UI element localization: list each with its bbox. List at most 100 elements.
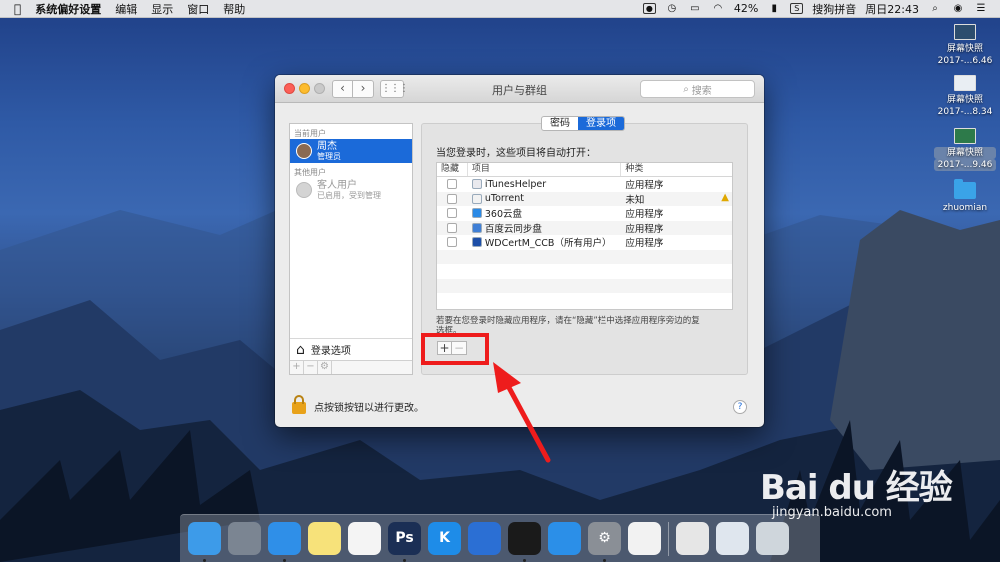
battery-percent[interactable]: 42%	[734, 2, 758, 15]
hide-checkbox[interactable]	[447, 179, 458, 190]
reminders-icon[interactable]	[348, 522, 381, 555]
hide-cell	[437, 193, 468, 204]
app-icon	[471, 222, 482, 233]
tab-password[interactable]: 密码	[542, 117, 578, 130]
user-item-current[interactable]: 周杰 管理员	[290, 139, 412, 163]
menu-window[interactable]: 窗口	[187, 1, 209, 17]
item-cell: WDCertM_CCB（所有用户）	[468, 235, 621, 249]
keynote-icon[interactable]	[468, 522, 501, 555]
system-preferences-icon[interactable]: ⚙	[588, 522, 621, 562]
kind-cell: 应用程序	[621, 177, 732, 191]
login-options-item[interactable]: ⌂ 登录选项	[290, 338, 412, 360]
table-row[interactable]: 360云盘 应用程序	[437, 206, 732, 221]
help-button[interactable]: ?	[733, 400, 747, 414]
dock-glyph: K	[439, 530, 450, 546]
app-icon	[471, 179, 482, 190]
table-row	[437, 278, 732, 293]
kugou-icon[interactable]: K	[428, 522, 461, 555]
input-method-label[interactable]: 搜狗拼音	[812, 1, 856, 17]
tab-login-items[interactable]: 登录项	[578, 117, 624, 130]
menu-help[interactable]: 帮助	[223, 1, 245, 17]
user-item-guest[interactable]: 客人用户 已启用，受到管理	[290, 178, 412, 202]
table-row[interactable]: WDCertM_CCB（所有用户） 应用程序	[437, 235, 732, 250]
add-user-button[interactable]: +	[290, 361, 304, 374]
notes-icon[interactable]	[308, 522, 341, 555]
table-row	[437, 249, 732, 264]
avatar	[296, 143, 312, 159]
appstore-icon[interactable]	[548, 522, 581, 555]
hide-checkbox[interactable]	[447, 222, 458, 233]
battery-icon[interactable]: ▮	[767, 3, 781, 15]
column-item[interactable]: 项目	[468, 163, 622, 176]
desktop-screenshot-3[interactable]: 屏幕快照 2017-...9.46	[934, 128, 996, 171]
apple-icon[interactable]: 	[14, 2, 21, 16]
safari-icon[interactable]	[268, 522, 301, 562]
desktop-icon-subtitle: 2017-...9.46	[934, 159, 996, 171]
time-machine-icon[interactable]: ◷	[665, 3, 679, 15]
search-icon: ⌕	[683, 83, 689, 95]
numbers-icon[interactable]	[628, 522, 661, 555]
window-titlebar: ‹ › ⋮⋮⋮ 用户与群组 ⌕ 搜索	[275, 75, 764, 103]
spotlight-icon[interactable]: ⌕	[928, 3, 942, 15]
menu-clock[interactable]: 周日22:43	[865, 1, 919, 17]
menu-edit[interactable]: 编辑	[115, 1, 137, 17]
item-cell: 百度云同步盘	[468, 221, 621, 235]
hide-cell	[437, 179, 468, 190]
menu-app-name[interactable]: 系统偏好设置	[35, 1, 101, 17]
app-icon	[471, 208, 482, 219]
microphone-icon[interactable]: ●	[642, 3, 656, 14]
mail-icon[interactable]	[716, 522, 749, 555]
desktop-icon-title: 屏幕快照	[946, 95, 983, 105]
menu-view[interactable]: 显示	[151, 1, 173, 17]
users-groups-window: ‹ › ⋮⋮⋮ 用户与群组 ⌕ 搜索 当前用户 周杰 管理员 其他用户 客人用户…	[275, 75, 764, 427]
table-row[interactable]: uTorrent 未知 ▲	[437, 191, 732, 206]
search-input[interactable]: ⌕ 搜索	[640, 80, 755, 98]
user-name: 周杰	[317, 140, 337, 152]
desktop-screenshot-1[interactable]: 屏幕快照 2017-...6.46	[934, 24, 996, 67]
menu-bar:  系统偏好设置 编辑 显示 窗口 帮助 ● ◷ ▭ ◠ 42% ▮ S 搜狗拼…	[0, 0, 1000, 18]
table-row[interactable]: 百度云同步盘 应用程序	[437, 220, 732, 235]
launchpad-icon[interactable]	[228, 522, 261, 555]
watermark-logo: Bai du 经验	[760, 468, 953, 508]
hide-checkbox[interactable]	[447, 208, 458, 219]
wifi-icon[interactable]: ◠	[711, 3, 725, 15]
item-kind: 应用程序	[625, 223, 664, 235]
hide-checkbox[interactable]	[447, 193, 458, 204]
column-hide[interactable]: 隐藏	[437, 163, 468, 176]
remove-user-button[interactable]: −	[304, 361, 318, 374]
trash-icon[interactable]	[756, 522, 789, 555]
column-kind[interactable]: 种类	[621, 163, 732, 176]
qq-icon[interactable]	[508, 522, 541, 562]
guest-user-name: 客人用户	[317, 179, 357, 191]
red-highlight-box	[421, 333, 489, 365]
item-kind: 应用程序	[625, 180, 664, 192]
preview-icon[interactable]	[676, 522, 709, 555]
notification-center-icon[interactable]: ☰	[974, 3, 988, 15]
hide-checkbox[interactable]	[447, 237, 458, 248]
table-row[interactable]: iTunesHelper 应用程序	[437, 177, 732, 192]
gear-icon[interactable]: ⚙	[318, 361, 332, 374]
hide-cell	[437, 237, 468, 248]
screenshot-thumbnail-icon	[954, 75, 976, 91]
desktop-folder-zhuomian[interactable]: zhuomian	[934, 179, 996, 214]
desktop-screenshot-2[interactable]: 屏幕快照 2017-...8.34	[934, 75, 996, 118]
baidu-jingyan-watermark: Bai du 经验 jingyan.baidu.com	[760, 460, 953, 520]
desktop-icon-title: 屏幕快照	[946, 44, 983, 54]
desktop-icon-subtitle: 2017-...8.34	[937, 107, 993, 117]
guest-avatar-icon	[296, 182, 312, 198]
siri-icon[interactable]: ◉	[951, 3, 965, 15]
sogou-icon[interactable]: S	[790, 3, 804, 14]
lock-row: 点按锁按钮以进行更改。	[292, 395, 424, 414]
item-name: 360云盘	[484, 209, 523, 221]
finder-icon[interactable]	[188, 522, 221, 562]
hide-cell	[437, 222, 468, 233]
photoshop-icon[interactable]: Ps	[388, 522, 421, 562]
airplay-icon[interactable]: ▭	[688, 3, 702, 15]
kind-cell: 应用程序	[621, 235, 732, 249]
dock: Ps K ⚙	[180, 514, 820, 562]
app-icon	[471, 193, 482, 204]
item-cell: 360云盘	[468, 206, 621, 220]
desktop-icon-subtitle: 2017-...6.46	[937, 56, 993, 66]
lock-icon[interactable]	[292, 395, 306, 414]
kind-cell: 应用程序	[621, 206, 732, 220]
